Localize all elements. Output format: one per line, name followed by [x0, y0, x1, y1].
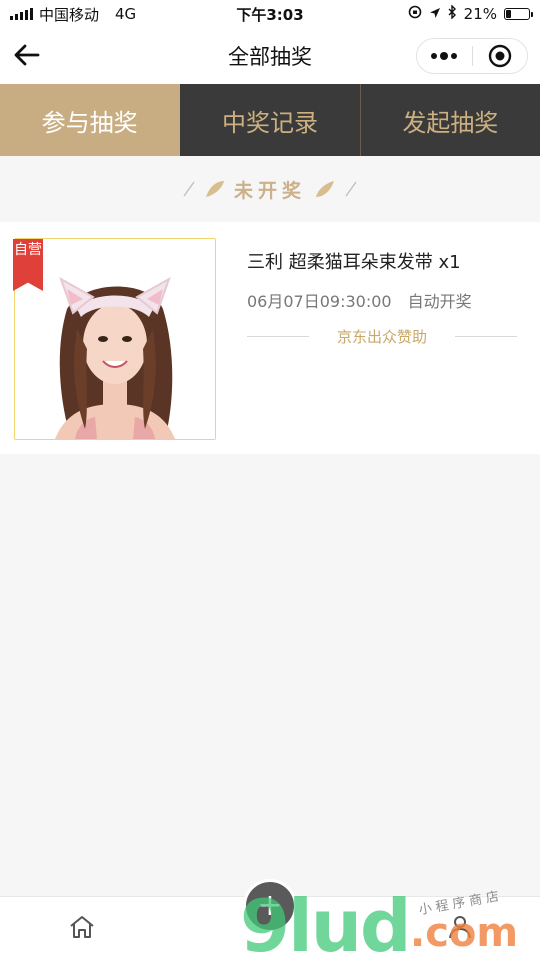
arrow-left-icon — [14, 44, 40, 66]
plus-icon: + — [257, 888, 283, 923]
bottom-tab-bar: + — [0, 879, 540, 960]
home-button[interactable] — [64, 909, 100, 945]
close-button[interactable] — [473, 39, 528, 73]
section-title: 未开奖 — [233, 179, 306, 202]
sponsor-row: 京东出众赞助 — [247, 326, 518, 346]
location-icon — [429, 5, 441, 23]
leaf-left-icon — [205, 181, 224, 197]
tab-start-lottery[interactable]: 发起抽奖 — [361, 84, 540, 156]
navigation-bar: 全部抽奖 — [0, 28, 540, 84]
status-bar: 中国移动 4G 下午3:03 21% — [0, 0, 540, 28]
product-photo — [15, 239, 215, 439]
target-circle-icon — [488, 44, 511, 68]
sponsor-text: 京东出众赞助 — [337, 327, 428, 346]
leaf-right-icon — [316, 181, 334, 197]
tab-winning-records[interactable]: 中奖记录 — [180, 84, 359, 156]
prize-draw-info: 06月07日09:30:00 自动开奖 — [247, 288, 472, 312]
dots-icon — [431, 52, 458, 60]
mini-program-capsule — [416, 38, 528, 74]
divider — [455, 335, 518, 337]
back-button[interactable] — [12, 40, 42, 70]
signal-icon — [10, 8, 33, 20]
carrier-label: 中国移动 — [39, 5, 100, 24]
person-icon — [449, 916, 471, 939]
battery-icon — [504, 8, 533, 20]
status-right: 21% — [408, 4, 533, 23]
profile-button[interactable] — [442, 909, 478, 945]
status-left: 中国移动 4G — [10, 4, 136, 25]
prize-name: 三利 超柔猫耳朵束发带 x1 — [247, 252, 461, 273]
battery-percent: 21% — [463, 5, 497, 23]
battery-fill — [506, 10, 511, 18]
more-button[interactable] — [417, 39, 472, 73]
tab-bar: 参与抽奖 中奖记录 发起抽奖 — [0, 84, 540, 156]
tab-participate[interactable]: 参与抽奖 — [0, 84, 180, 156]
slash-left-icon — [183, 181, 195, 197]
prize-image — [14, 238, 216, 440]
network-label: 4G — [115, 5, 137, 23]
house-icon — [70, 916, 94, 938]
add-lottery-button[interactable]: + — [243, 879, 297, 933]
draw-mode: 自动开奖 — [407, 292, 472, 311]
bluetooth-icon — [448, 4, 457, 23]
lock-rotation-icon — [408, 5, 422, 23]
section-header: 未开奖 — [0, 156, 540, 222]
prize-card[interactable]: 自营 三利 超柔猫耳朵束发带 x1 06月07日09:30:00 自动开奖 京东… — [0, 222, 540, 454]
draw-time: 06月07日09:30:00 — [247, 292, 392, 311]
slash-right-icon — [345, 181, 357, 197]
divider — [247, 335, 309, 337]
